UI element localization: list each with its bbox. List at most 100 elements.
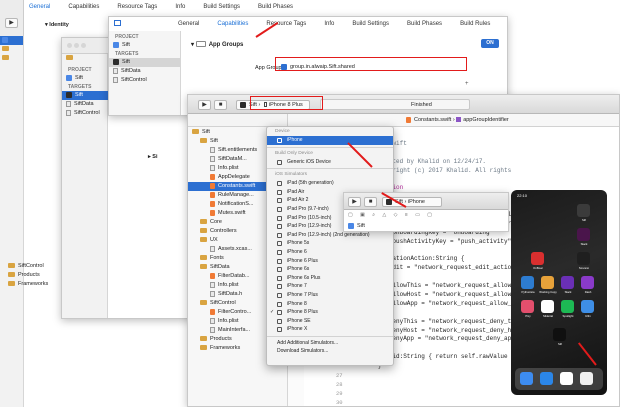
menu-item-simulator[interactable]: iPhone 5s [267, 239, 393, 248]
file-icon [210, 146, 215, 153]
tab-capabilities[interactable]: Capabilities [208, 21, 257, 27]
app-icon[interactable] [581, 300, 594, 313]
target-item[interactable]: SiftControl [62, 109, 108, 118]
app-icon[interactable] [521, 276, 534, 289]
menu-item-generic-device[interactable]: Generic iOS Device [267, 158, 393, 167]
app-label: OnBoar [533, 266, 543, 270]
tab-capabilities[interactable]: Capabilities [59, 4, 108, 10]
app-icon[interactable] [561, 300, 574, 313]
target-item[interactable]: SiftData [109, 67, 180, 76]
app-icon[interactable] [553, 328, 566, 341]
iphone-icon [277, 138, 282, 143]
sidebar-row[interactable] [0, 36, 23, 45]
tab-build-rules[interactable]: Build Rules [451, 21, 499, 27]
menu-item-simulator[interactable]: ✓ iPhone 8 Plus [267, 308, 393, 317]
menu-item-download-simulators[interactable]: Download Simulators... [267, 347, 393, 356]
target-item[interactable]: Sift [62, 91, 108, 100]
sidebar-row[interactable]: Frameworks [4, 280, 64, 289]
menu-item-simulator[interactable]: iPhone 8 [267, 300, 393, 309]
breadcrumb-file[interactable]: Constants.swift [414, 117, 451, 123]
menu-item-simulator[interactable]: iPhone SE [267, 317, 393, 326]
menu-item-add-simulators[interactable]: Add Additional Simulators... [267, 339, 393, 348]
tab-general[interactable]: General [169, 21, 208, 27]
app-label: Sift [581, 218, 587, 222]
app-icon[interactable] [561, 276, 574, 289]
breadcrumb-symbol[interactable]: appGroupIdentifier [463, 117, 509, 123]
line-number: 27 [336, 372, 343, 379]
traffic-lights[interactable] [67, 43, 86, 50]
code-line: se allowApp = "network_request_allow_app… [378, 299, 526, 307]
sidebar-row[interactable] [0, 45, 23, 54]
capability-toggle[interactable]: ON [481, 39, 499, 48]
menu-item-simulator[interactable]: iPhone 7 Plus [267, 291, 393, 300]
app-icon[interactable] [521, 300, 534, 313]
dock-app-icon[interactable] [560, 372, 573, 385]
tab-resource-tags[interactable]: Resource Tags [108, 4, 166, 10]
menu-item-simulator[interactable]: iPhone 6 Plus [267, 257, 393, 266]
run-button[interactable]: ▶ [348, 197, 361, 207]
sidebar-row[interactable] [62, 54, 107, 63]
folder-icon [8, 281, 15, 287]
menu-item-simulator[interactable]: iPhone 7 [267, 282, 393, 291]
menu-item-simulator[interactable]: iPhone 6s [267, 265, 393, 274]
sidebar-toggle-icon[interactable] [114, 20, 121, 26]
navigator-row-label: Sift.entitlements [218, 147, 258, 153]
project-item[interactable]: Sift [109, 41, 180, 50]
line-numbers: 2728293031 [336, 371, 350, 406]
menu-item-simulator[interactable]: iPhone X [267, 325, 393, 334]
app-icon[interactable] [577, 228, 590, 241]
tab-build-phases[interactable]: Build Phases [249, 4, 302, 10]
stop-button[interactable]: ■ [214, 100, 227, 110]
app-label: Pythonista [521, 290, 535, 294]
project-item[interactable]: Sift [62, 74, 108, 83]
app-label: Slack [564, 290, 572, 294]
tab-resource-tags[interactable]: Resource Tags [257, 21, 315, 27]
swift-file-icon [210, 200, 215, 207]
dock-app-icon[interactable] [540, 372, 553, 385]
dock-app-icon[interactable] [520, 372, 533, 385]
sidebar-row[interactable]: Products [4, 271, 64, 280]
menu-item-simulator[interactable]: iPad (5th generation) [267, 179, 393, 188]
tab-build-settings[interactable]: Build Settings [194, 4, 249, 10]
menu-item-simulator[interactable]: iPad Pro (12.9-inch) (2nd generation) [267, 231, 393, 240]
sidebar-row[interactable]: SiftControl [4, 262, 64, 271]
target-icon [113, 58, 119, 65]
disclosure-triangle-icon[interactable]: ▾ [191, 42, 196, 48]
app-groups-add-icon[interactable]: + [465, 81, 472, 88]
run-button[interactable]: ▶ [5, 18, 18, 28]
app-icon[interactable] [581, 276, 594, 289]
app-icon[interactable] [541, 300, 554, 313]
menu-item-iphone[interactable]: iPhone [267, 136, 393, 145]
iphone-icon [277, 327, 282, 333]
tab-info[interactable]: Info [315, 21, 343, 27]
navigator-row-label: SiftControl [210, 300, 236, 306]
navigator-row-label: Products [210, 336, 232, 342]
navigator-row-label: AppDelegate [218, 174, 250, 180]
iphone-icon [277, 267, 282, 273]
tab-build-settings[interactable]: Build Settings [343, 21, 398, 27]
mini-sidebar-row[interactable]: Sift [344, 222, 404, 231]
tab-general[interactable]: General [20, 4, 59, 10]
tab-info[interactable]: Info [166, 4, 194, 10]
tab-build-phases[interactable]: Build Phases [398, 21, 451, 27]
app-icon[interactable] [541, 276, 554, 289]
sidebar-row[interactable] [0, 54, 23, 63]
app-label: Slack [580, 242, 588, 246]
app-icon[interactable] [577, 252, 590, 265]
target-item[interactable]: Sift [109, 58, 180, 67]
code-editor[interactable]: ts.swift Created by Khalid on 12/24/17.Co… [378, 131, 572, 371]
navigator-row-label: NotificationS... [218, 201, 254, 207]
dock-app-icon[interactable] [580, 372, 593, 385]
back-sidebar [0, 36, 24, 407]
target-item[interactable]: SiftControl [109, 76, 180, 85]
folder-icon [2, 46, 9, 52]
iphone-icon [277, 318, 282, 324]
menu-item-simulator[interactable]: iPhone 6 [267, 248, 393, 257]
app-icon[interactable] [577, 204, 590, 217]
stop-button[interactable]: ■ [364, 197, 377, 207]
menu-item-simulator[interactable]: iPhone 6s Plus [267, 274, 393, 283]
target-item[interactable]: SiftData [62, 100, 108, 109]
run-button[interactable]: ▶ [198, 100, 211, 110]
app-icon[interactable] [531, 252, 544, 265]
line-number: 29 [336, 390, 343, 397]
